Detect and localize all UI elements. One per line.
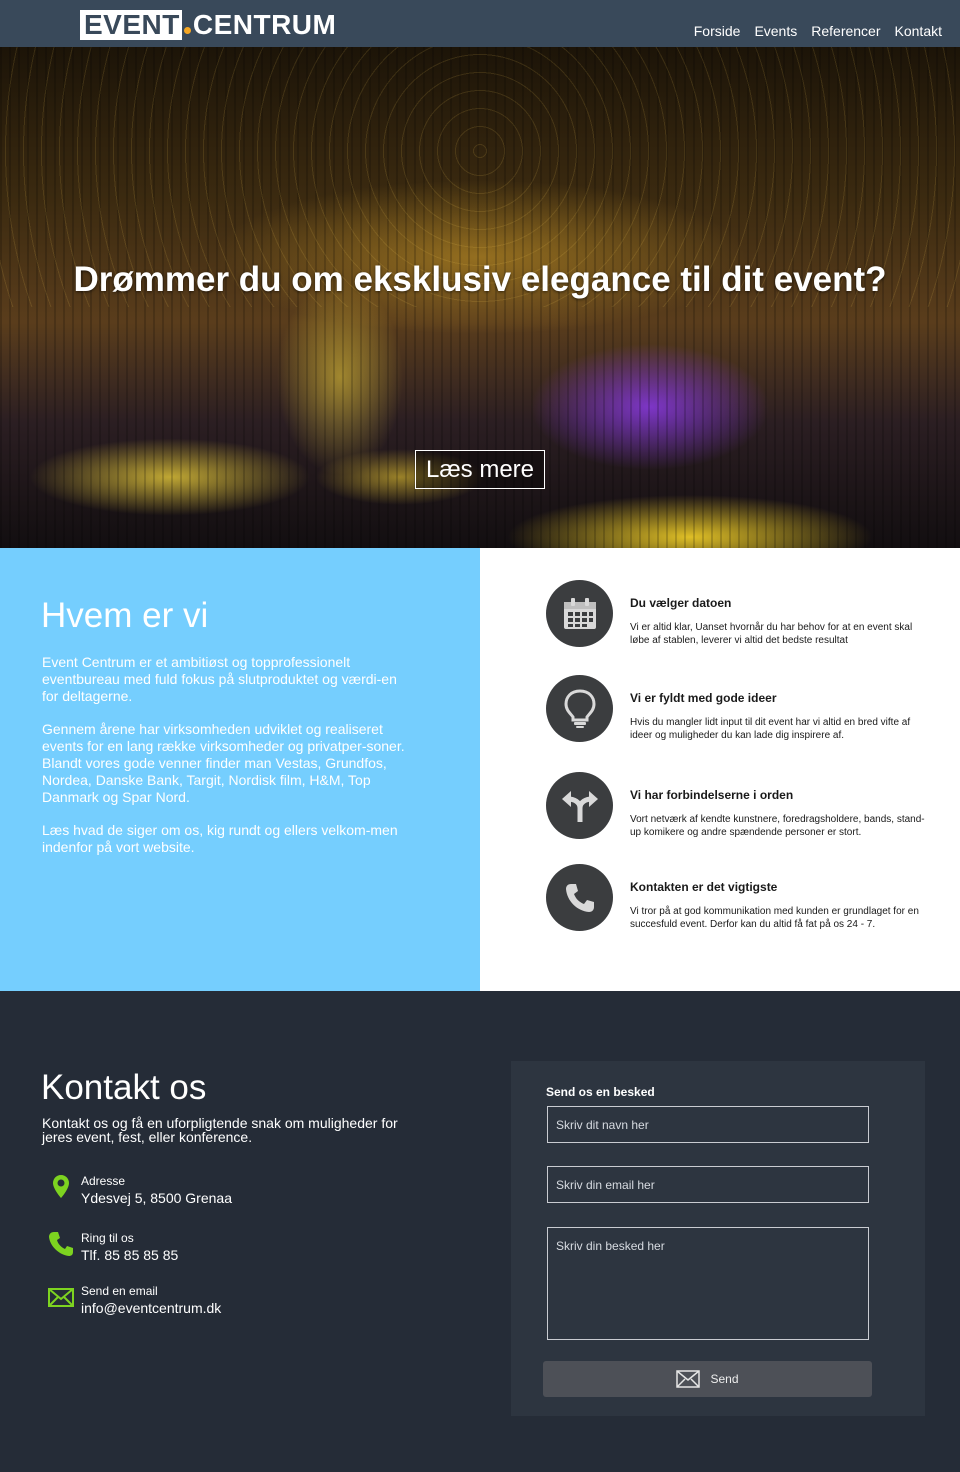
about-text: Event Centrum er et ambitiøst og topprof…: [42, 654, 412, 872]
message-textarea[interactable]: [547, 1227, 869, 1340]
contact-title: Kontakt os: [41, 1068, 207, 1107]
about-paragraph: Læs hvad de siger om os, kig rundt og el…: [42, 822, 398, 855]
logo-centrum: CENTRUM: [192, 9, 337, 40]
main-nav: Forside Events Referencer Kontakt: [694, 23, 942, 39]
feature-title: Vi er fyldt med gode ideer: [630, 691, 777, 705]
send-button-label: Send: [710, 1372, 739, 1386]
phone-label: Ring til os: [81, 1231, 134, 1245]
hero-title: Drømmer du om eksklusiv elegance til dit…: [73, 260, 887, 299]
nav-forside[interactable]: Forside: [694, 23, 741, 39]
phone-icon: [49, 1232, 73, 1256]
envelope-icon: [676, 1370, 701, 1388]
phone-icon: [546, 864, 613, 931]
feature-title: Kontakten er det vigtigste: [630, 880, 778, 894]
email-value[interactable]: info@eventcentrum.dk: [81, 1300, 221, 1316]
feature-text: Hvis du mangler lidt input til dit event…: [630, 717, 911, 741]
about-paragraph: Gennem årene har virksomheden udviklet o…: [42, 721, 405, 805]
contact-lead: Kontakt os og få en uforpligtende snak o…: [42, 1115, 398, 1145]
address-label: Adresse: [81, 1174, 126, 1188]
name-input[interactable]: [547, 1106, 869, 1143]
calendar-icon: [546, 580, 613, 647]
send-button[interactable]: Send: [543, 1361, 872, 1397]
email-input[interactable]: [547, 1166, 869, 1203]
logo-dot: [183, 26, 191, 34]
logo[interactable]: EVENT CENTRUM: [80, 10, 336, 40]
read-more-button[interactable]: Læs mere: [415, 450, 545, 489]
feature-text: Vi tror på at god kommunikation med kund…: [630, 906, 919, 930]
phone-value[interactable]: Tlf. 85 85 85 85: [81, 1247, 178, 1263]
about-section: Hvem er vi Event Centrum er et ambitiøst…: [0, 548, 480, 991]
location-pin-icon: [53, 1175, 69, 1198]
lightbulb-icon: [546, 675, 613, 742]
feature-title: Vi har forbindelserne i orden: [630, 788, 794, 802]
feature-text: Vi er altid klar, Uanset hvornår du har …: [630, 622, 913, 646]
about-title: Hvem er vi: [41, 596, 209, 635]
form-title: Send os en besked: [546, 1085, 655, 1099]
feature-text: Vort netværk af kendte kunstnere, foredr…: [630, 814, 925, 838]
logo-event: EVENT: [80, 10, 182, 40]
nav-events[interactable]: Events: [754, 23, 797, 39]
hero-banner: Drømmer du om eksklusiv elegance til dit…: [0, 47, 960, 548]
contact-form: Send os en besked Send: [511, 1061, 925, 1416]
site-header: EVENT CENTRUM Forside Events Referencer …: [0, 0, 960, 47]
address-value: Ydesvej 5, 8500 Grenaa: [81, 1190, 232, 1206]
envelope-icon: [48, 1288, 74, 1307]
email-label: Send en email: [81, 1284, 158, 1298]
about-paragraph: Event Centrum er et ambitiøst og topprof…: [42, 654, 397, 704]
arrows-split-icon: [546, 772, 613, 839]
nav-referencer[interactable]: Referencer: [811, 23, 880, 39]
features-section: Du vælger datoen Vi er altid klar, Uanse…: [480, 548, 960, 991]
nav-kontakt[interactable]: Kontakt: [895, 23, 942, 39]
feature-title: Du vælger datoen: [630, 596, 732, 610]
